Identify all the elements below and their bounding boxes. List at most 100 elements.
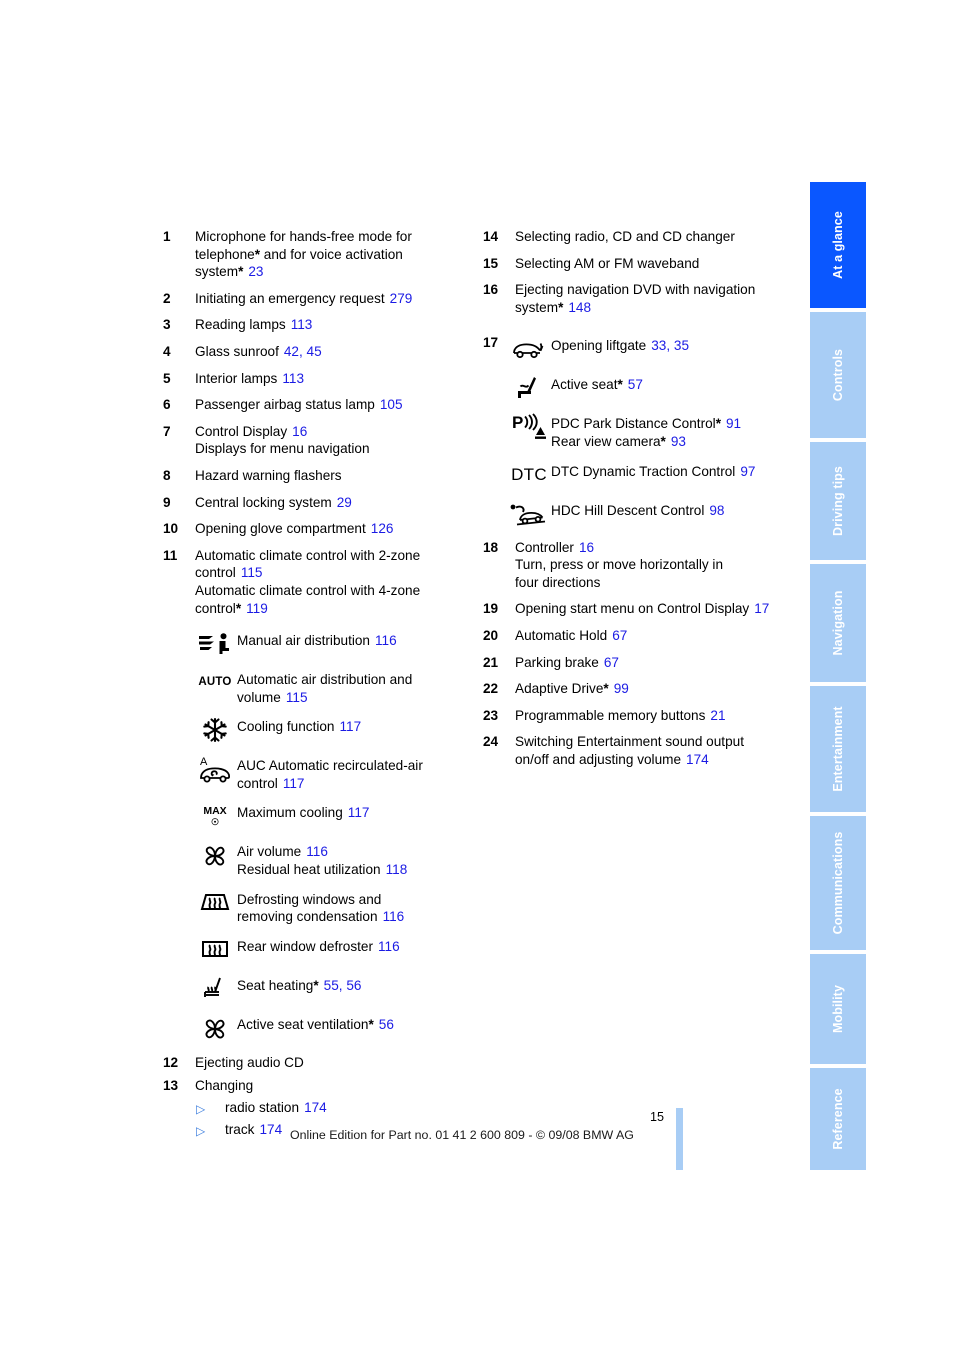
page-reference[interactable]: 118 <box>386 862 408 877</box>
icon-row-maximum-cooling: MAX ☉ Maximum cooling 117 <box>193 801 478 831</box>
page-reference[interactable]: 17 <box>754 601 769 616</box>
page-reference[interactable]: 116 <box>378 939 400 954</box>
optional-equipment-marker: * <box>368 1016 374 1032</box>
page-reference[interactable]: 55, 56 <box>324 978 362 993</box>
item-number: 3 <box>163 317 171 333</box>
page-reference[interactable]: 174 <box>686 752 709 767</box>
page-reference[interactable]: 115 <box>286 690 308 705</box>
icon-row-air-volume: Air volume 116 Residual heat utilization 1… <box>193 840 478 878</box>
item-text: Opening glove compartment <box>195 521 366 537</box>
page-reference[interactable]: 117 <box>340 719 362 734</box>
side-tab-reference[interactable]: Reference <box>810 1068 866 1170</box>
item-text: Ejecting navigation DVD with navigation <box>515 282 756 298</box>
side-tab-driving-tips[interactable]: Driving tips <box>810 442 866 562</box>
page-reference[interactable]: 91 <box>726 416 741 431</box>
page-reference[interactable]: 117 <box>348 805 370 820</box>
page-reference[interactable]: 33, 35 <box>651 338 689 353</box>
page-reference[interactable]: 23 <box>248 264 263 279</box>
side-tab-label: Driving tips <box>831 466 845 536</box>
page-reference[interactable]: 113 <box>282 371 304 386</box>
triangle-bullet-icon: ▷ <box>196 1124 206 1139</box>
page-reference[interactable]: 279 <box>390 291 413 306</box>
icon-label: Seat heating <box>237 977 314 993</box>
svg-text:A: A <box>200 756 208 768</box>
icon-label: Active seat <box>551 377 618 393</box>
page-reference[interactable]: 16 <box>292 424 307 439</box>
item-text: Automatic climate control with 4-zone <box>195 582 421 598</box>
page-reference[interactable]: 119 <box>246 601 268 616</box>
side-tab-entertainment[interactable]: Entertainment <box>810 686 866 814</box>
legend-item-20: 20 Automatic Hold 67 <box>483 627 803 645</box>
item-text: Microphone for hands-free mode for <box>195 229 412 244</box>
icon-row-seat-heating: Seat heating* 55, 56 <box>193 974 478 1004</box>
page-reference[interactable]: 98 <box>709 503 724 518</box>
page-reference[interactable]: 105 <box>380 397 403 412</box>
pdc-park-distance-icon: P <box>507 412 551 441</box>
legend-item-1: 1 Microphone for hands-free mode for tel… <box>163 228 478 281</box>
manual-air-distribution-icon <box>193 629 237 658</box>
item-number: 17 <box>483 335 499 351</box>
icon-row-text: AUC Automatic recirculated-air control 11… <box>237 754 478 792</box>
item-text: system <box>515 299 559 315</box>
icon-label: Rear window defroster <box>237 938 373 954</box>
page-reference[interactable]: 29 <box>337 495 352 510</box>
page-reference[interactable]: 57 <box>628 377 643 392</box>
side-tab-navigation[interactable]: Navigation <box>810 564 866 684</box>
page-reference[interactable]: 116 <box>375 633 397 648</box>
side-tab-controls[interactable]: Controls <box>810 312 866 440</box>
climate-control-icon-list: Manual air distribution 116 AUTO Automati… <box>193 629 478 1044</box>
page-reference[interactable]: 67 <box>604 655 619 670</box>
legend-item-5: 5 Interior lamps 113 <box>163 370 478 388</box>
page-reference[interactable]: 67 <box>612 628 627 643</box>
page-reference[interactable]: 99 <box>614 681 629 696</box>
page-reference[interactable]: 174 <box>259 1122 282 1137</box>
page-reference[interactable]: 113 <box>291 317 313 332</box>
side-tab-label: Navigation <box>831 590 845 656</box>
legend-column-left: 1 Microphone for hands-free mode for tel… <box>163 228 478 1143</box>
legend-item-9: 9 Central locking system 29 <box>163 494 478 512</box>
page-reference[interactable]: 97 <box>740 464 755 479</box>
page-reference[interactable]: 174 <box>304 1100 327 1115</box>
legend-item-19: 19 Opening start menu on Control Display… <box>483 600 803 618</box>
icon-label: Cooling function <box>237 719 335 735</box>
rear-window-defroster-icon <box>193 935 237 964</box>
optional-equipment-marker: * <box>313 977 319 993</box>
legend-column-right: 14 Selecting radio, CD and CD changer 15… <box>483 228 803 778</box>
max-cooling-icon: MAX ☉ <box>193 801 237 830</box>
icon-row-opening-liftgate: Opening liftgate 33, 35 <box>507 334 803 364</box>
page-reference[interactable]: 93 <box>671 434 686 449</box>
legend-item-6: 6 Passenger airbag status lamp 105 <box>163 396 478 414</box>
icon-row-text: Active seat ventilation* 56 <box>237 1013 478 1034</box>
item-text: and for voice activation <box>260 246 403 262</box>
item-text: telephone <box>195 246 255 262</box>
page-reference[interactable]: 56 <box>379 1017 394 1032</box>
page-reference[interactable]: 115 <box>241 565 263 580</box>
page-reference[interactable]: 117 <box>283 776 305 791</box>
page-reference[interactable]: 116 <box>306 844 328 859</box>
sun-icon: ☉ <box>210 816 220 827</box>
legend-item-23: 23 Programmable memory buttons 21 <box>483 707 803 725</box>
item-text: Opening start menu on Control Display <box>515 601 750 617</box>
icon-row-windshield-defroster: Defrosting windows and removing condensa… <box>193 888 478 926</box>
item-text: Interior lamps <box>195 370 278 386</box>
side-tab-mobility[interactable]: Mobility <box>810 954 866 1066</box>
item-number: 12 <box>163 1054 179 1070</box>
page-number: 15 <box>650 1110 665 1124</box>
side-tab-communications[interactable]: Communications <box>810 816 866 952</box>
item-text: Automatic climate control with 2-zone <box>195 547 421 563</box>
page-reference[interactable]: 42, 45 <box>284 344 322 359</box>
page-reference[interactable]: 126 <box>371 521 394 536</box>
item-number: 1 <box>163 229 171 244</box>
svg-text:P: P <box>512 413 523 432</box>
legend-item-22: 22 Adaptive Drive* 99 <box>483 680 803 698</box>
side-tab-at-a-glance[interactable]: At a glance <box>810 182 866 310</box>
page-reference[interactable]: 148 <box>568 300 591 315</box>
page-reference[interactable]: 16 <box>579 540 594 555</box>
icon-row-automatic-air-distribution: AUTO Automatic air distribution and volu… <box>193 668 478 706</box>
icon-row-text: Active seat* 57 <box>551 373 803 394</box>
item-text: Automatic Hold <box>515 627 608 643</box>
page-reference[interactable]: 21 <box>710 708 725 723</box>
page-reference[interactable]: 116 <box>383 909 405 924</box>
item-number: 14 <box>483 229 499 244</box>
side-tab-label: Mobility <box>831 984 845 1034</box>
